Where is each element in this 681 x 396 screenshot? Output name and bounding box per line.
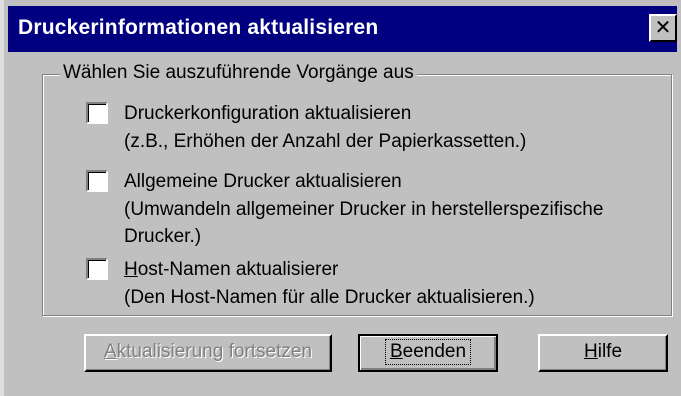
button-label: eenden [402, 341, 467, 362]
title-bar[interactable]: Druckerinformationen aktualisieren ✕ [8, 6, 677, 52]
continue-update-button[interactable]: Aktualisierung fortsetzen [84, 334, 332, 372]
groupbox-legend: Wählen Sie auszuführende Vorgänge aus [60, 62, 417, 84]
button-label: ilfe [597, 341, 623, 362]
mnemonic-letter: B [389, 341, 403, 362]
mnemonic-letter: H [124, 259, 138, 280]
option-label: Host-Namen aktualisierer [124, 256, 338, 283]
help-button[interactable]: Hilfe [538, 334, 668, 372]
button-label: ktualisierung fortsetzen [116, 341, 313, 362]
close-button[interactable]: ✕ [649, 14, 677, 42]
option-description: (Den Host-Namen für alle Drucker aktuali… [124, 287, 535, 308]
option-description: (z.B., Erhöhen der Anzahl der Papierkass… [124, 131, 527, 152]
close-icon: ✕ [654, 15, 672, 39]
exit-button[interactable]: Beenden [358, 334, 498, 372]
dialog-window: Druckerinformationen aktualisieren ✕ Wäh… [0, 0, 681, 396]
checkbox-update-host-names[interactable] [86, 258, 108, 280]
mnemonic-letter: H [583, 341, 598, 362]
dialog-title: Druckerinformationen aktualisieren [18, 16, 379, 39]
option-label: Druckerkonfiguration aktualisieren [124, 103, 412, 124]
option-label-rest: ost-Namen aktualisierer [137, 259, 339, 280]
option-description: (Umwandeln allgemeiner Drucker in herste… [124, 199, 604, 247]
mnemonic-letter: A [103, 341, 117, 362]
checkbox-update-generic-printers[interactable] [86, 170, 108, 192]
option-label: Allgemeine Drucker aktualisieren [124, 171, 402, 192]
checkbox-update-printer-config[interactable] [86, 102, 108, 124]
focus-indicator: Beenden [384, 339, 472, 365]
